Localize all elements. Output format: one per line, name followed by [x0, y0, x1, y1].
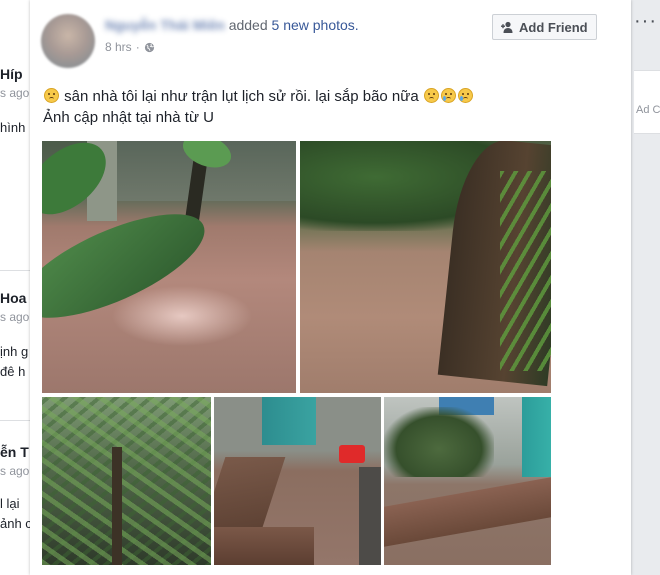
add-friend-label: Add Friend: [519, 19, 588, 35]
photo-detail: [112, 447, 122, 565]
crying-face-emoji: [457, 88, 473, 103]
background-feed-left: Híp s ago hình Hoa s ago ịnh g đê h ễn T…: [0, 0, 32, 575]
feed-author-fragment[interactable]: Hoa: [0, 290, 26, 306]
post-text-line-1: sân nhà tôi lại như trận lụt lịch sử rồi…: [43, 86, 474, 107]
action-text: added: [229, 17, 272, 33]
globe-icon[interactable]: [144, 42, 155, 53]
post-time[interactable]: 8 hrs: [105, 40, 132, 54]
feed-text-fragment: đê h: [0, 364, 26, 379]
sad-face-emoji: [44, 88, 59, 103]
feed-time-fragment: s ago: [0, 464, 30, 478]
photo-detail: [339, 445, 365, 463]
post-meta: 8 hrs ·: [105, 40, 155, 54]
photo-detail: [384, 477, 551, 547]
photo-detail: [214, 527, 314, 565]
photo-flooded-yard-1[interactable]: [42, 141, 296, 393]
photo-garden-trees[interactable]: [42, 397, 211, 565]
avatar[interactable]: [41, 14, 95, 68]
feed-time-fragment: s ago: [0, 86, 30, 100]
feed-text-fragment: hình: [0, 120, 26, 135]
photos-link[interactable]: 5 new photos.: [272, 17, 359, 33]
right-panel: [634, 70, 660, 134]
photo-detail: [522, 397, 551, 477]
background-feed-right: ··· Ad C: [634, 0, 660, 575]
feed-divider: [0, 420, 32, 421]
add-friend-icon: [501, 21, 513, 33]
post-text-line-2: Ảnh cập nhật tại nhà từ U: [43, 109, 214, 126]
feed-text-fragment: ịnh g: [0, 344, 29, 359]
photo-flooded-yard-2[interactable]: [300, 141, 551, 393]
post-text-line-1-content: sân nhà tôi lại như trận lụt lịch sử rồi…: [64, 88, 419, 105]
feed-text-fragment: l lại: [0, 496, 20, 511]
feed-divider: [0, 270, 32, 271]
feed-time-fragment: s ago: [0, 310, 30, 324]
post-header: Nguyễn Thái Miên added 5 new photos.: [105, 17, 359, 33]
photo-flooded-courtyard[interactable]: [384, 397, 551, 565]
photo-detail: [500, 171, 551, 371]
photo-detail: [214, 457, 286, 527]
photo-detail: [262, 397, 316, 445]
feed-author-fragment[interactable]: ễn T: [0, 444, 29, 460]
photo-detail: [384, 407, 494, 477]
meta-separator: ·: [135, 40, 140, 54]
more-options-icon[interactable]: ···: [634, 10, 657, 33]
add-friend-button[interactable]: Add Friend: [492, 14, 597, 40]
poster-name[interactable]: Nguyễn Thái Miên: [105, 17, 225, 33]
crying-face-emoji: [440, 88, 456, 103]
sad-face-emoji: [423, 88, 439, 103]
action-text-value: added: [228, 17, 268, 33]
post-text: sân nhà tôi lại như trận lụt lịch sử rồi…: [43, 86, 474, 128]
photo-flooded-walkway[interactable]: [214, 397, 381, 565]
photo-detail: [42, 397, 211, 565]
photo-detail: [42, 193, 218, 339]
feed-text-fragment: ảnh c: [0, 516, 32, 531]
feed-author-fragment[interactable]: Híp: [0, 66, 23, 82]
photo-detail: [359, 467, 381, 565]
ad-label: Ad C: [636, 104, 660, 116]
post-card: Nguyễn Thái Miên added 5 new photos. 8 h…: [30, 0, 631, 575]
